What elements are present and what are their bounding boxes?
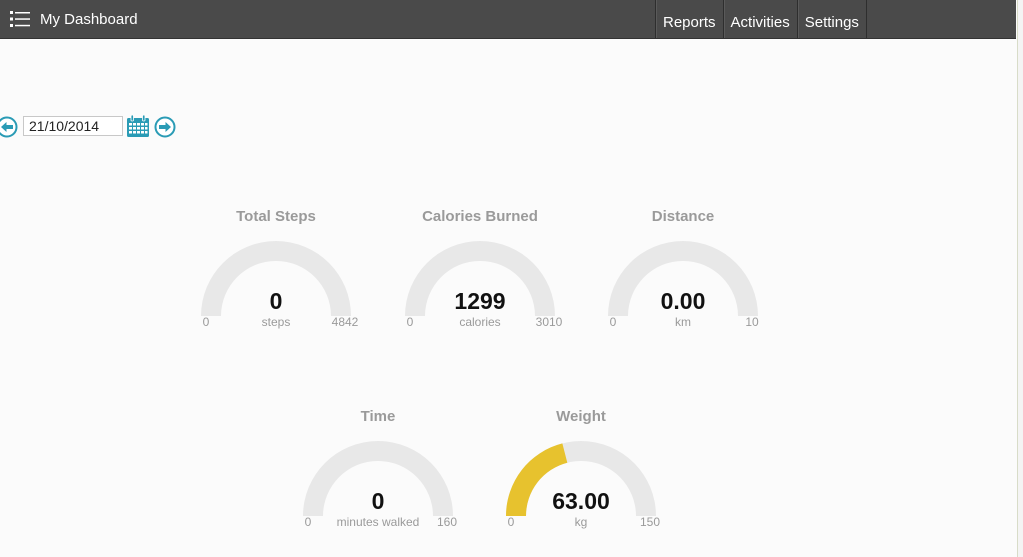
previous-day-arrow-icon[interactable]	[0, 116, 18, 138]
nav-settings[interactable]: Settings	[798, 0, 867, 38]
gauge-title: Calories Burned	[422, 208, 538, 225]
gauge-max: 4842	[331, 315, 359, 329]
gauge-calories-burned: Calories Burned 1299 0 calories 3010	[395, 208, 565, 358]
gauge-value: 0.00	[660, 288, 706, 314]
gauge-title: Weight	[556, 408, 606, 425]
dashboard-page: My Dashboard Reports Activities Settings	[0, 0, 1023, 557]
list-menu-icon[interactable]	[10, 10, 30, 28]
main-nav: Reports Activities Settings	[655, 0, 867, 38]
gauge-max: 150	[639, 515, 661, 529]
gauge-distance: Distance 0.00 0 km 10	[598, 208, 768, 358]
gauge-max: 160	[436, 515, 458, 529]
gauge-weight: Weight 63.00 0 kg 150	[496, 408, 666, 557]
date-input[interactable]	[23, 116, 123, 136]
gauge-title: Distance	[651, 208, 715, 225]
window-edge	[1017, 0, 1023, 557]
next-day-arrow-icon[interactable]	[154, 116, 176, 138]
calendar-icon[interactable]	[126, 114, 150, 138]
gauge-value: 0	[269, 288, 283, 314]
gauge-max: 3010	[535, 315, 563, 329]
gauge-title: Time	[360, 408, 396, 425]
gauge-max: 10	[745, 315, 759, 329]
gauge-time: Time 0 0 minutes walked 160	[293, 408, 463, 557]
gauge-value: 0	[371, 488, 385, 514]
gauge-title: Total Steps	[236, 208, 316, 225]
app-title: My Dashboard	[40, 11, 138, 28]
gauge-total-steps: Total Steps 0 0 steps 4842	[191, 208, 361, 358]
gauge-value: 63.00	[552, 488, 610, 514]
gauge-value: 1299	[454, 288, 506, 314]
nav-reports[interactable]: Reports	[656, 0, 724, 38]
nav-activities[interactable]: Activities	[724, 0, 798, 38]
top-bar: My Dashboard Reports Activities Settings	[0, 0, 1016, 39]
